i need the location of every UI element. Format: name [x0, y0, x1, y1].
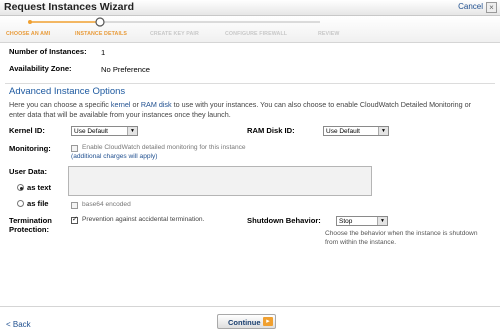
zone-label: Availability Zone: [9, 64, 72, 73]
base64-label: base64 encoded [82, 201, 131, 208]
instances-value: 1 [101, 48, 106, 57]
step-configure-firewall: CONFIGURE FIREWALL [225, 31, 288, 37]
termination-checkbox[interactable] [71, 215, 78, 224]
advanced-section-title: Advanced Instance Options [9, 86, 126, 97]
step-instance-details: INSTANCE DETAILS [75, 31, 128, 37]
kernel-id-value: Use Default [74, 128, 108, 135]
section-divider [5, 83, 495, 84]
advanced-description: Here you can choose a specific kernel or… [9, 100, 479, 120]
monitoring-checkbox[interactable] [71, 145, 78, 152]
kernel-id-label: Kernel ID: [9, 126, 45, 135]
monitoring-label: Monitoring: [9, 144, 51, 153]
close-icon[interactable]: × [486, 2, 497, 13]
step-review: REVIEW [318, 31, 340, 37]
ramdisk-id-select[interactable]: Use Default ▼ [323, 126, 389, 136]
kernel-link[interactable]: kernel [111, 100, 131, 109]
monitoring-charges-link[interactable]: (additional charges will apply) [71, 153, 158, 160]
zone-value: No Preference [101, 65, 150, 74]
chevron-down-icon: ▼ [127, 127, 137, 135]
ramdisk-link[interactable]: RAM disk [141, 100, 172, 109]
termination-text: Prevention against accidental terminatio… [82, 216, 205, 223]
step-marker-current [95, 17, 105, 27]
cancel-link[interactable]: Cancel [458, 2, 483, 11]
step-choose-ami[interactable]: CHOOSE AN AMI [6, 31, 50, 37]
step-create-key-pair: CREATE KEY PAIR [150, 31, 199, 37]
footer-divider [0, 306, 500, 307]
user-data-textarea[interactable] [68, 166, 372, 196]
back-link[interactable]: < Back [6, 320, 31, 329]
chevron-down-icon: ▼ [377, 217, 387, 225]
as-file-label: as file [27, 199, 49, 208]
wizard-title: Request Instances Wizard [4, 1, 135, 13]
kernel-id-select[interactable]: Use Default ▼ [71, 126, 138, 136]
shutdown-behavior-select[interactable]: Stop ▼ [336, 216, 388, 226]
desc-text: or [130, 100, 141, 109]
as-file-radio[interactable] [17, 200, 24, 207]
shutdown-behavior-label: Shutdown Behavior: [247, 216, 321, 225]
shutdown-help-text: Choose the behavior when the instance is… [325, 230, 478, 246]
termination-label: Termination [9, 216, 52, 225]
step-marker-done [28, 20, 32, 24]
instances-label: Number of Instances: [9, 47, 87, 56]
wizard-steps [0, 16, 500, 43]
continue-button[interactable]: Continue ▸ [217, 314, 276, 329]
user-data-label: User Data: [9, 167, 47, 176]
desc-text: Here you can choose a specific [9, 100, 111, 109]
steps-track [28, 17, 320, 27]
chevron-down-icon: ▼ [378, 127, 388, 135]
termination-label-cont: Protection: [9, 225, 50, 234]
as-text-radio[interactable] [17, 184, 24, 191]
arrow-right-icon: ▸ [263, 317, 273, 326]
as-text-label: as text [27, 183, 52, 192]
continue-label: Continue [228, 318, 261, 327]
monitoring-text: Enable CloudWatch detailed monitoring fo… [82, 144, 246, 151]
base64-checkbox[interactable] [71, 202, 78, 209]
wizard-title-bar: Request Instances Wizard Cancel × [0, 0, 500, 16]
ramdisk-id-label: RAM Disk ID: [247, 126, 295, 135]
ramdisk-id-value: Use Default [326, 128, 360, 135]
shutdown-behavior-value: Stop [339, 218, 353, 225]
